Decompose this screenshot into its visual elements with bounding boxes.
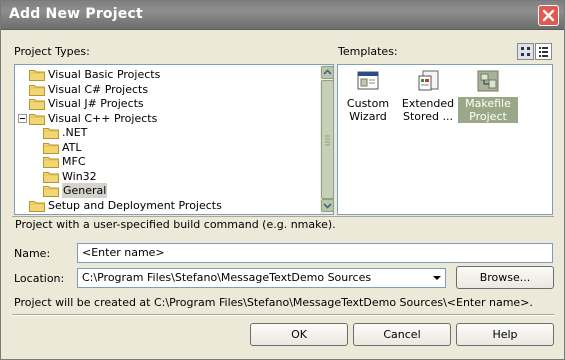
arrow-up-icon xyxy=(323,69,332,75)
tree-item-label: Visual Basic Projects xyxy=(48,68,161,81)
scroll-up-button[interactable] xyxy=(321,66,333,79)
browse-button[interactable]: Browse... xyxy=(456,266,554,289)
template-makefile-project[interactable]: Makefile Project xyxy=(458,69,518,123)
folder-icon xyxy=(29,200,45,215)
tree-item-label: Visual C++ Projects xyxy=(48,111,158,125)
templates-panel: Custom Wizard Extended Stored ... Makefi… xyxy=(337,64,553,215)
tree-item-label: Setup and Deployment Projects xyxy=(48,198,222,212)
collapse-icon[interactable] xyxy=(18,113,27,123)
template-label-line2: Project xyxy=(469,110,507,123)
tree-item-label: Win32 xyxy=(62,169,97,183)
tree-scrollbar[interactable] xyxy=(319,65,333,214)
tree-item-label: ATL xyxy=(62,140,82,154)
grip-icon xyxy=(325,135,330,146)
template-label-line2: Stored ... xyxy=(402,110,454,123)
large-icons-icon xyxy=(521,47,530,56)
location-value: C:\Program Files\Stefano\MessageTextDemo… xyxy=(82,271,372,284)
name-input[interactable]: <Enter name> xyxy=(77,243,553,263)
tree-item-label: Visual C# Projects xyxy=(48,82,149,96)
tree-item-label: General xyxy=(62,183,108,198)
tree-item-label: MFC xyxy=(62,155,86,168)
templates-label: Templates: xyxy=(338,45,398,58)
arrow-down-icon xyxy=(323,203,332,209)
custom-wizard-icon xyxy=(356,69,380,93)
project-types-label: Project Types: xyxy=(14,45,90,58)
project-path-info: Project will be created at C:\Program Fi… xyxy=(14,296,533,309)
name-label: Name: xyxy=(14,247,51,260)
template-description: Project with a user-specified build comm… xyxy=(12,216,554,233)
tree-item-label: .NET xyxy=(62,126,88,139)
chevron-down-icon xyxy=(433,276,441,280)
list-view-icon xyxy=(539,47,548,57)
folder-icon xyxy=(29,214,45,215)
location-label: Location: xyxy=(14,272,65,285)
location-combobox[interactable]: C:\Program Files\Stefano\MessageTextDemo… xyxy=(77,268,446,288)
tree-item-label: Visual J# Projects xyxy=(48,97,144,110)
scroll-thumb[interactable] xyxy=(321,80,333,199)
template-label-line1: Makefile xyxy=(465,97,511,110)
template-custom-wizard[interactable]: Custom Wizard xyxy=(338,69,398,123)
project-types-tree[interactable]: Visual Basic Projects Visual C# Projects V… xyxy=(14,64,334,215)
template-label-line1: Extended xyxy=(401,97,455,110)
title-bar[interactable]: Add New Project xyxy=(1,1,564,30)
extended-stored-procedure-icon xyxy=(416,69,440,93)
scroll-down-button[interactable] xyxy=(321,199,333,212)
close-icon xyxy=(542,9,555,22)
cancel-button[interactable]: Cancel xyxy=(353,323,451,346)
location-dropdown-button[interactable] xyxy=(429,269,445,287)
dialog-title: Add New Project xyxy=(9,6,143,22)
template-extended-stored[interactable]: Extended Stored ... xyxy=(398,69,458,123)
makefile-project-icon xyxy=(476,69,500,93)
help-button[interactable]: Help xyxy=(456,323,554,346)
template-label-line2: Wizard xyxy=(349,110,387,123)
ok-button[interactable]: OK xyxy=(250,323,348,346)
add-new-project-dialog: Add New Project Project Types: Templates… xyxy=(0,0,565,360)
large-icons-view-button[interactable] xyxy=(517,43,534,60)
small-icons-view-button[interactable] xyxy=(535,43,552,60)
close-button[interactable] xyxy=(538,5,559,26)
separator xyxy=(12,314,554,316)
template-label-line1: Custom xyxy=(346,97,390,110)
tree-item-label: Other Projects xyxy=(48,212,126,214)
